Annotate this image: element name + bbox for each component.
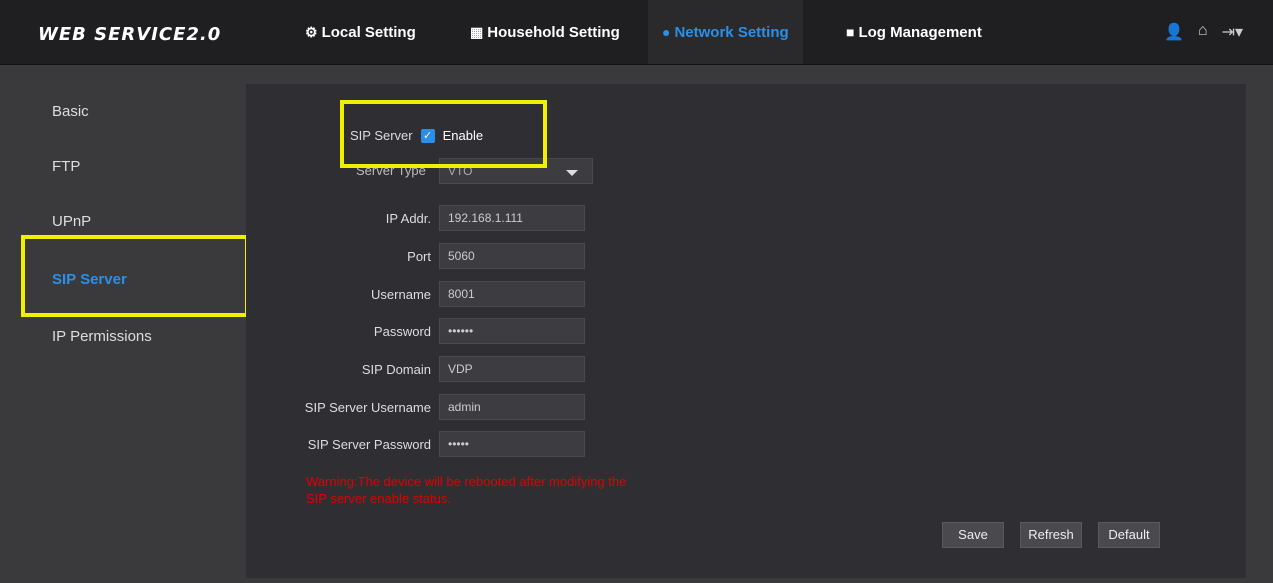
port-row: Port 5060 <box>246 243 585 269</box>
nav-log-label: Log Management <box>858 23 982 41</box>
sidebar-highlight-box <box>21 235 249 317</box>
username-label: Username <box>371 286 431 302</box>
ip-addr-row: IP Addr. 192.168.1.111 <box>246 205 585 231</box>
sip-server-username-input[interactable]: admin <box>439 394 585 420</box>
sip-domain-row: SIP Domain VDP <box>246 356 585 382</box>
password-input[interactable]: •••••• <box>439 318 585 344</box>
nav-household-setting[interactable]: ▦ Household Setting <box>470 0 620 64</box>
nav-local-setting[interactable]: ⚙ Local Setting <box>305 0 416 64</box>
warning-text: Warning:The device will be rebooted afte… <box>306 474 627 506</box>
chevron-down-icon <box>566 170 578 176</box>
refresh-button[interactable]: Refresh <box>1020 522 1082 548</box>
nav-household-label: Household Setting <box>487 23 620 41</box>
port-label: Port <box>407 248 431 264</box>
nav-log-management[interactable]: ■ Log Management <box>846 0 982 64</box>
top-navigation-bar: WEB SERVICE2.0 ⚙ Local Setting ▦ Househo… <box>0 0 1273 65</box>
save-button[interactable]: Save <box>942 522 1004 548</box>
sip-domain-input[interactable]: VDP <box>439 356 585 382</box>
sip-server-username-label: SIP Server Username <box>304 399 431 415</box>
sidebar-item-ftp[interactable]: FTP <box>52 158 80 175</box>
sidebar: Basic FTP UPnP SIP Server IP Permissions <box>0 65 246 583</box>
password-row: Password •••••• <box>246 318 585 344</box>
sip-server-enable-row: SIP Server ✓ Enable <box>350 128 483 143</box>
sip-server-password-label: SIP Server Password <box>307 436 431 452</box>
log-icon: ■ <box>846 24 855 40</box>
ip-addr-label: IP Addr. <box>385 210 431 226</box>
user-icon[interactable]: 👤 <box>1164 22 1184 42</box>
app-logo: WEB SERVICE2.0 <box>38 24 222 45</box>
globe-icon: ● <box>662 24 671 40</box>
default-button[interactable]: Default <box>1098 522 1160 548</box>
sidebar-item-upnp[interactable]: UPnP <box>52 213 91 230</box>
sidebar-item-basic[interactable]: Basic <box>52 103 89 120</box>
sip-server-username-row: SIP Server Username admin <box>246 394 585 420</box>
password-label: Password <box>373 323 431 339</box>
username-input[interactable]: 8001 <box>439 281 585 307</box>
enable-label: Enable <box>442 128 484 143</box>
logout-icon[interactable]: ⇥▾ <box>1222 22 1243 42</box>
enable-checkbox[interactable]: ✓ <box>420 128 435 143</box>
sip-server-password-input[interactable]: ••••• <box>439 431 585 457</box>
sidebar-item-ip-permissions[interactable]: IP Permissions <box>52 328 152 345</box>
ip-addr-input[interactable]: 192.168.1.111 <box>439 205 585 231</box>
nav-network-label: Network Setting <box>674 23 789 41</box>
port-input[interactable]: 5060 <box>439 243 585 269</box>
top-right-icons: 👤 ⌂ ⇥▾ <box>1164 22 1243 42</box>
sip-domain-label: SIP Domain <box>361 361 431 377</box>
gear-icon: ⚙ <box>305 23 318 40</box>
building-icon: ▦ <box>470 23 484 40</box>
nav-network-setting[interactable]: ● Network Setting <box>648 0 803 64</box>
home-icon[interactable]: ⌂ <box>1198 22 1208 42</box>
nav-local-label: Local Setting <box>321 23 416 41</box>
username-row: Username 8001 <box>246 281 585 307</box>
sip-server-password-row: SIP Server Password ••••• <box>246 431 585 457</box>
sip-server-label: SIP Server <box>350 128 413 143</box>
